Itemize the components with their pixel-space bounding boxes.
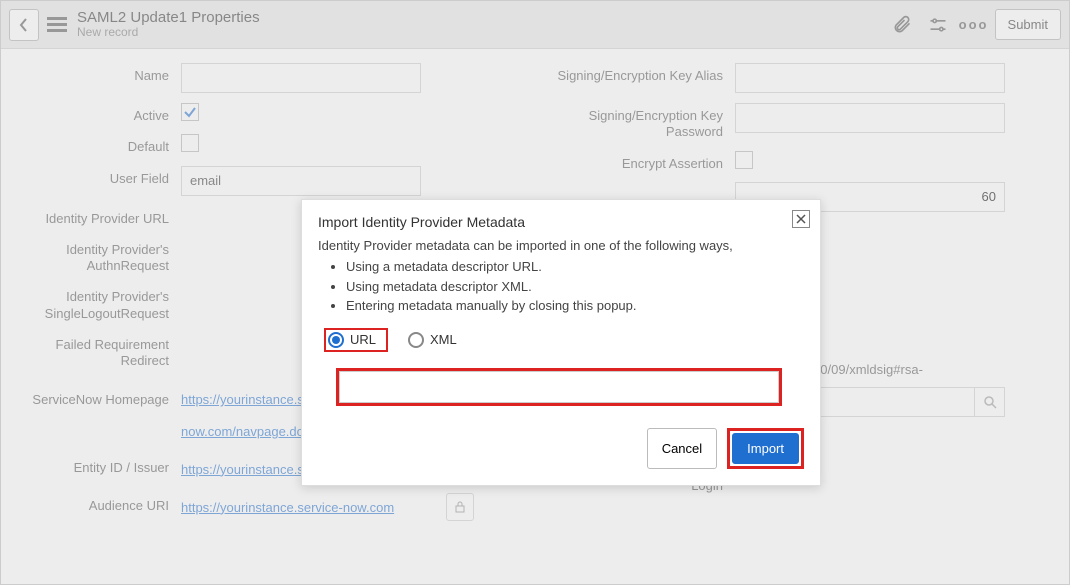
modal-list: Using a metadata descriptor URL. Using m… xyxy=(346,257,804,316)
modal-description: Identity Provider metadata can be import… xyxy=(318,238,804,253)
modal-list-item: Entering metadata manually by closing th… xyxy=(346,296,804,316)
xml-radio-label: XML xyxy=(430,332,457,347)
import-button[interactable]: Import xyxy=(732,433,799,464)
xml-radio[interactable] xyxy=(408,332,424,348)
modal-close-button[interactable] xyxy=(792,210,810,228)
url-radio-label: URL xyxy=(350,332,376,347)
cancel-button[interactable]: Cancel xyxy=(647,428,717,469)
modal-title: Import Identity Provider Metadata xyxy=(318,214,804,230)
url-radio[interactable] xyxy=(328,332,344,348)
close-icon xyxy=(796,214,806,224)
import-metadata-modal: Import Identity Provider Metadata Identi… xyxy=(301,199,821,486)
modal-list-item: Using metadata descriptor XML. xyxy=(346,277,804,297)
metadata-url-input[interactable] xyxy=(339,371,779,403)
modal-list-item: Using a metadata descriptor URL. xyxy=(346,257,804,277)
